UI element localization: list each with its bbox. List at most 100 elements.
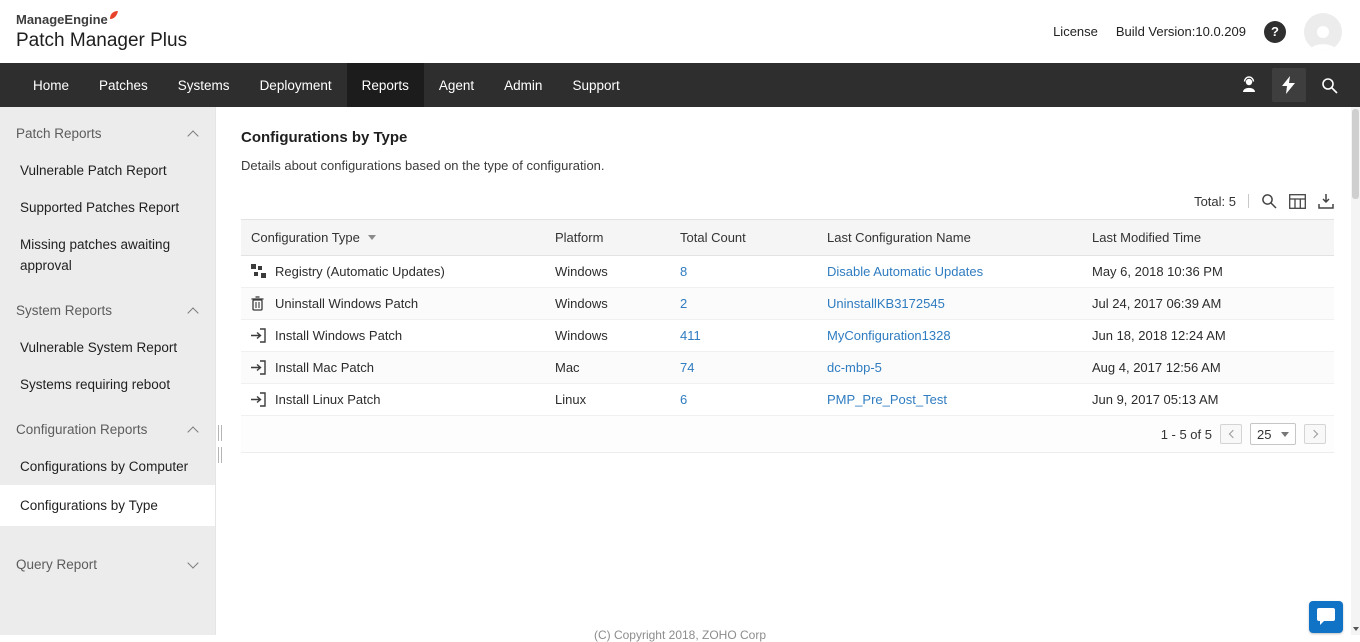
column-chooser-icon[interactable] <box>1289 194 1306 209</box>
page-size-value: 25 <box>1257 427 1271 442</box>
sidebar-item-vulnerable-system-report[interactable]: Vulnerable System Report <box>0 329 215 366</box>
table-search-icon[interactable] <box>1261 193 1277 209</box>
section-title: System Reports <box>16 303 112 318</box>
column-header-last-modified-time[interactable]: Last Modified Time <box>1082 220 1334 256</box>
nav-item-patches[interactable]: Patches <box>84 63 163 107</box>
top-header: ManageEngine Patch Manager Plus License … <box>0 0 1360 63</box>
total-count-label: Total: 5 <box>1194 194 1236 209</box>
main-navigation: Home Patches Systems Deployment Reports … <box>0 63 1360 107</box>
last-configuration-link[interactable]: UninstallKB3172545 <box>827 296 945 311</box>
chat-button[interactable] <box>1309 601 1343 633</box>
quick-actions-icon[interactable] <box>1272 68 1306 102</box>
chevron-right-icon <box>1309 430 1317 438</box>
total-count-link[interactable]: 411 <box>680 328 701 343</box>
total-count-link[interactable]: 8 <box>680 264 687 279</box>
platform: Windows <box>545 256 670 288</box>
splitter-grip <box>218 425 222 441</box>
nav-item-home[interactable]: Home <box>18 63 84 107</box>
sidebar-item-supported-patches-report[interactable]: Supported Patches Report <box>0 189 215 226</box>
sidebar-section-configuration-reports[interactable]: Configuration Reports <box>0 409 215 448</box>
previous-page-button[interactable] <box>1220 424 1242 444</box>
platform: Linux <box>545 384 670 416</box>
table-row: Install Windows Patch Windows 411 MyConf… <box>241 320 1334 352</box>
trash-icon <box>251 296 266 311</box>
copyright-text: (C) Copyright 2018, ZOHO Corp <box>0 628 1360 642</box>
configuration-type: Uninstall Windows Patch <box>275 296 418 311</box>
sidebar-section-patch-reports[interactable]: Patch Reports <box>0 113 215 152</box>
install-patch-icon <box>251 328 266 343</box>
nav-item-admin[interactable]: Admin <box>489 63 557 107</box>
sidebar-item-vulnerable-patch-report[interactable]: Vulnerable Patch Report <box>0 152 215 189</box>
page-size-select[interactable]: 25 <box>1250 423 1296 445</box>
sidebar-section-query-report[interactable]: Query Report <box>0 544 215 583</box>
nav-item-agent[interactable]: Agent <box>424 63 489 107</box>
sidebar-item-missing-patches-awaiting-approval[interactable]: Missing patches awaiting approval <box>0 226 215 284</box>
configuration-type: Install Linux Patch <box>275 392 381 407</box>
registry-icon <box>251 264 266 279</box>
sidebar-item-configurations-by-type[interactable]: Configurations by Type <box>0 485 215 526</box>
table-row: Uninstall Windows Patch Windows 2 Uninst… <box>241 288 1334 320</box>
last-configuration-link[interactable]: MyConfiguration1328 <box>827 328 951 343</box>
section-title: Patch Reports <box>16 126 102 141</box>
column-header-last-configuration-name[interactable]: Last Configuration Name <box>817 220 1082 256</box>
configuration-type: Install Mac Patch <box>275 360 374 375</box>
configuration-type: Install Windows Patch <box>275 328 402 343</box>
help-icon[interactable]: ? <box>1264 21 1286 43</box>
table-row: Registry (Automatic Updates) Windows 8 D… <box>241 256 1334 288</box>
table-row: Install Linux Patch Linux 6 PMP_Pre_Post… <box>241 384 1334 416</box>
total-count-link[interactable]: 2 <box>680 296 687 311</box>
nav-item-deployment[interactable]: Deployment <box>245 63 347 107</box>
chevron-left-icon <box>1228 430 1236 438</box>
nav-item-systems[interactable]: Systems <box>163 63 245 107</box>
configuration-type: Registry (Automatic Updates) <box>275 264 445 279</box>
platform: Windows <box>545 288 670 320</box>
toolbar-divider <box>1248 194 1249 208</box>
sort-descending-icon[interactable] <box>368 235 376 240</box>
chevron-up-icon <box>187 130 198 141</box>
pagination-bar: 1 - 5 of 5 25 <box>241 416 1334 453</box>
nav-item-support[interactable]: Support <box>557 63 634 107</box>
total-count-link[interactable]: 74 <box>680 360 694 375</box>
last-modified-time: May 6, 2018 10:36 PM <box>1082 256 1334 288</box>
last-configuration-link[interactable]: dc-mbp-5 <box>827 360 882 375</box>
sidebar-item-configurations-by-computer[interactable]: Configurations by Computer <box>0 448 215 485</box>
column-header-configuration-type[interactable]: Configuration Type <box>241 220 545 256</box>
sidebar-splitter[interactable] <box>215 107 225 635</box>
sidebar-section-system-reports[interactable]: System Reports <box>0 290 215 329</box>
install-patch-icon <box>251 360 266 375</box>
last-configuration-link[interactable]: Disable Automatic Updates <box>827 264 983 279</box>
platform: Mac <box>545 352 670 384</box>
scrollbar-down-arrow[interactable] <box>1351 623 1360 635</box>
export-icon[interactable] <box>1318 193 1334 209</box>
table-row: Install Mac Patch Mac 74 dc-mbp-5 Aug 4,… <box>241 352 1334 384</box>
pagination-range: 1 - 5 of 5 <box>1161 427 1212 442</box>
total-count-link[interactable]: 6 <box>680 392 687 407</box>
sidebar-item-systems-requiring-reboot[interactable]: Systems requiring reboot <box>0 366 215 403</box>
nav-item-reports[interactable]: Reports <box>347 63 424 107</box>
vertical-scrollbar[interactable] <box>1351 107 1360 635</box>
brand-logo: ManageEngine Patch Manager Plus <box>16 11 187 51</box>
brand-company: ManageEngine <box>16 13 119 27</box>
build-version-label: Build Version:10.0.209 <box>1116 24 1246 39</box>
last-modified-time: Jul 24, 2017 06:39 AM <box>1082 288 1334 320</box>
scrollbar-thumb[interactable] <box>1352 109 1359 199</box>
license-link[interactable]: License <box>1053 24 1098 39</box>
table-toolbar: Total: 5 <box>241 193 1334 209</box>
column-header-total-count[interactable]: Total Count <box>670 220 817 256</box>
next-page-button[interactable] <box>1304 424 1326 444</box>
assistant-icon[interactable] <box>1232 68 1266 102</box>
brand-company-text: ManageEngine <box>16 13 108 27</box>
last-modified-time: Jun 9, 2017 05:13 AM <box>1082 384 1334 416</box>
page-title: Configurations by Type <box>241 129 1360 146</box>
chevron-down-icon <box>187 557 198 568</box>
splitter-grip <box>218 447 222 463</box>
page-description: Details about configurations based on th… <box>241 158 1360 173</box>
leaf-icon <box>109 9 119 23</box>
search-icon[interactable] <box>1312 68 1346 102</box>
chevron-up-icon <box>187 426 198 437</box>
user-avatar[interactable] <box>1304 13 1342 51</box>
section-title: Configuration Reports <box>16 422 147 437</box>
platform: Windows <box>545 320 670 352</box>
last-configuration-link[interactable]: PMP_Pre_Post_Test <box>827 392 947 407</box>
column-header-platform[interactable]: Platform <box>545 220 670 256</box>
